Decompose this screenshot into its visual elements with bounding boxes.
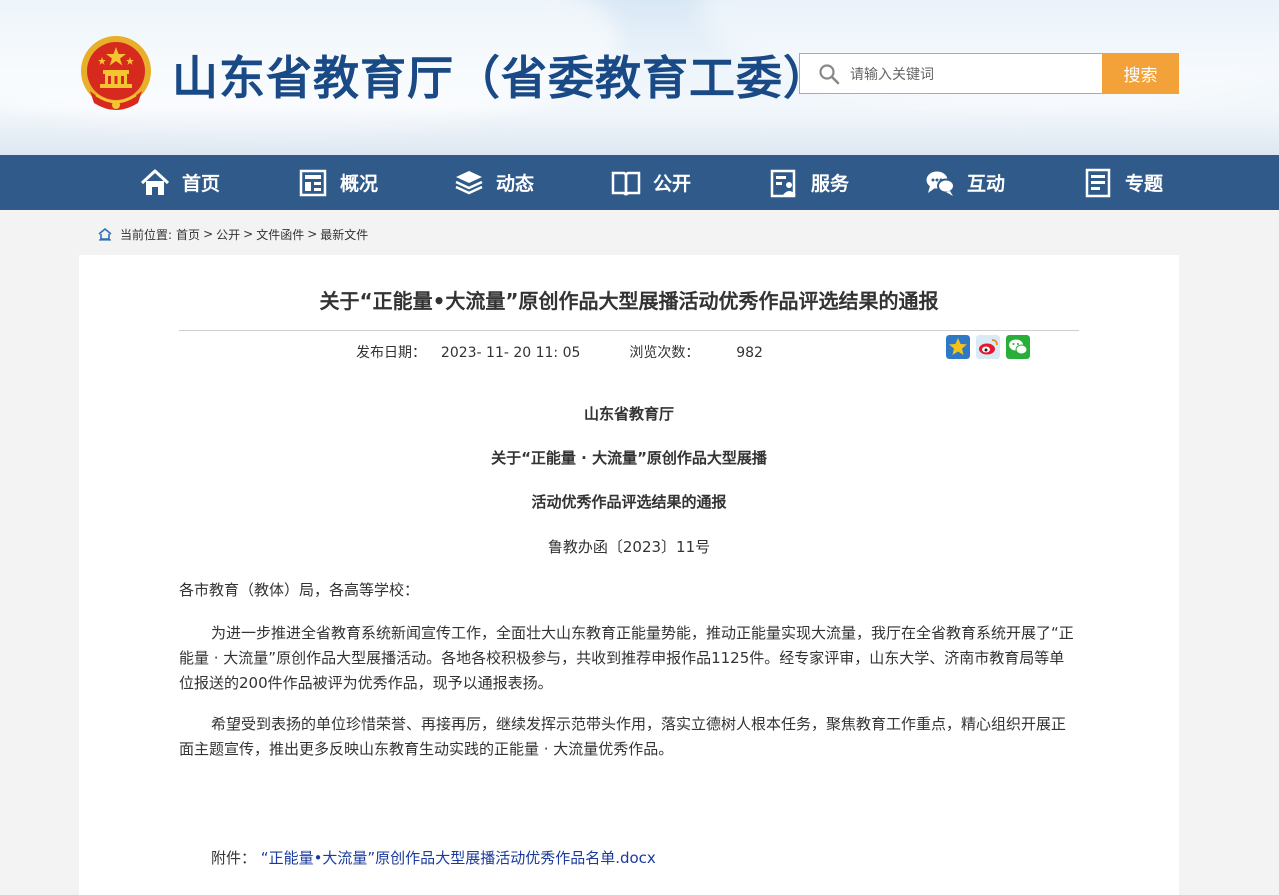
article-meta: 发布日期： 2023- 11- 20 11: 05 浏览次数： 982 xyxy=(356,342,763,362)
site-header: 山东省教育厅（省委教育工委） 搜索 xyxy=(0,0,1279,155)
main-nav: 首页 概况 动态 公开 服务 互动 专题 xyxy=(0,155,1279,210)
search-icon xyxy=(819,64,840,85)
home-small-icon xyxy=(98,227,112,241)
chat-icon xyxy=(926,171,955,196)
nav-label: 专题 xyxy=(1125,173,1164,195)
breadcrumb-latest[interactable]: 最新文件 xyxy=(320,226,368,243)
news-stack-icon xyxy=(455,170,483,194)
breadcrumb-home[interactable]: 首页 xyxy=(176,226,200,243)
title-divider xyxy=(179,330,1079,331)
body-paragraph-1: 为进一步推进全省教育系统新闻宣传工作，全面壮大山东教育正能量势能，推动正能量实现… xyxy=(179,624,1074,692)
breadcrumb-documents[interactable]: 文件函件 xyxy=(256,226,304,243)
nav-label: 服务 xyxy=(811,173,850,195)
nav-item-topics[interactable]: 专题 xyxy=(1083,155,1163,210)
nav-item-overview[interactable]: 概况 xyxy=(298,155,378,210)
share-bar xyxy=(946,335,1030,359)
breadcrumb-separator: > xyxy=(203,227,214,241)
views-label: 浏览次数： xyxy=(629,345,700,361)
home-icon xyxy=(140,169,170,195)
nav-item-service[interactable]: 服务 xyxy=(769,155,849,210)
service-icon xyxy=(770,169,796,197)
nav-label: 公开 xyxy=(653,173,692,195)
nav-item-open[interactable]: 公开 xyxy=(611,155,691,210)
nav-label: 互动 xyxy=(967,173,1006,195)
open-book-icon xyxy=(611,171,641,196)
national-emblem-icon[interactable] xyxy=(78,33,154,113)
nav-item-interact[interactable]: 互动 xyxy=(925,155,1005,210)
article-title: 关于“正能量•大流量”原创作品大型展播活动优秀作品评选结果的通报 xyxy=(319,289,939,313)
doc-heading-line2: 活动优秀作品评选结果的通报 xyxy=(531,493,727,511)
nav-label: 动态 xyxy=(496,173,535,195)
nav-label: 概况 xyxy=(340,173,379,195)
nav-item-home[interactable]: 首页 xyxy=(140,155,220,210)
issuer: 山东省教育厅 xyxy=(583,405,674,423)
search-box: 搜索 xyxy=(799,53,1179,94)
article-card: 关于“正能量•大流量”原创作品大型展播活动优秀作品评选结果的通报 发布日期： 2… xyxy=(79,255,1179,895)
breadcrumb-separator: > xyxy=(243,227,254,241)
salutation: 各市教育（教体）局，各高等学校： xyxy=(179,581,420,599)
search-button[interactable]: 搜索 xyxy=(1102,53,1179,94)
doc-heading-line1: 关于“正能量 · 大流量”原创作品大型展播 xyxy=(491,449,767,467)
publish-date-label: 发布日期： xyxy=(356,345,426,361)
weibo-icon[interactable] xyxy=(976,335,1000,359)
favorite-star-icon[interactable] xyxy=(946,335,970,359)
header-skyline xyxy=(0,107,1279,155)
document-icon xyxy=(1085,168,1111,197)
attachment-label: 附件： xyxy=(211,849,257,867)
breadcrumb-separator: > xyxy=(307,227,318,241)
breadcrumb-open[interactable]: 公开 xyxy=(216,226,240,243)
breadcrumb: 当前位置: 首页 > 公开 > 文件函件 > 最新文件 xyxy=(98,224,368,244)
doc-number: 鲁教办函〔2023〕11号 xyxy=(547,538,711,556)
wechat-icon[interactable] xyxy=(1006,335,1030,359)
body-paragraph-2: 希望受到表扬的单位珍惜荣誉、再接再厉，继续发挥示范带头作用，落实立德树人根本任务… xyxy=(179,715,1067,758)
attachment-link[interactable]: “正能量•大流量”原创作品大型展播活动优秀作品名单.docx xyxy=(261,849,656,867)
breadcrumb-prefix: 当前位置: xyxy=(120,227,173,242)
overview-icon xyxy=(299,169,327,196)
nav-label: 首页 xyxy=(182,173,221,195)
nav-item-news[interactable]: 动态 xyxy=(454,155,534,210)
publish-date: 2023- 11- 20 11: 05 xyxy=(440,345,581,361)
search-input[interactable] xyxy=(848,62,1100,88)
attachment: 附件： “正能量•大流量”原创作品大型展播活动优秀作品名单.docx xyxy=(211,847,656,868)
site-title: 山东省教育厅（省委教育工委） xyxy=(172,51,830,105)
views-count: 982 xyxy=(736,345,763,361)
